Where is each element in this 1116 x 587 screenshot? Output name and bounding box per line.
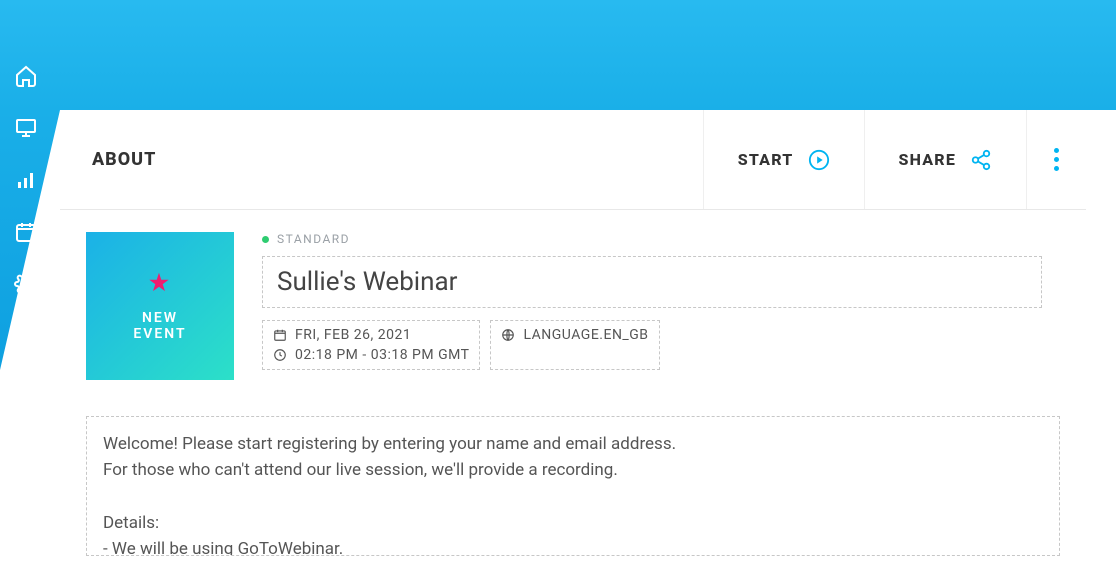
tile-line1: NEW <box>142 310 178 326</box>
star-icon: ★ <box>149 271 171 296</box>
globe-icon <box>501 328 515 342</box>
event-type-label: STANDARD <box>277 232 350 246</box>
event-date: FRI, FEB 26, 2021 <box>295 327 411 343</box>
event-card: ABOUT START SHARE ★ NEW EVENT <box>60 110 1086 587</box>
play-icon <box>808 149 830 171</box>
calendar-icon[interactable] <box>14 220 38 244</box>
share-icon <box>970 149 992 171</box>
event-time: 02:18 PM - 03:18 PM GMT <box>295 347 469 363</box>
event-thumbnail[interactable]: ★ NEW EVENT <box>86 232 234 380</box>
date-icon <box>273 328 287 342</box>
sidebar <box>0 40 52 296</box>
clock-icon <box>273 348 287 362</box>
more-button[interactable] <box>1026 110 1086 209</box>
language-chip[interactable]: LANGUAGE.EN_GB <box>490 320 659 370</box>
event-title-input[interactable]: Sullie's Webinar <box>262 256 1042 308</box>
event-language: LANGUAGE.EN_GB <box>523 327 648 343</box>
gear-icon[interactable] <box>14 272 38 296</box>
share-label: SHARE <box>899 150 956 169</box>
tab-about[interactable]: ABOUT <box>60 149 703 170</box>
share-button[interactable]: SHARE <box>864 110 1026 209</box>
description-input[interactable]: Welcome! Please start registering by ent… <box>86 416 1060 556</box>
monitor-icon[interactable] <box>14 116 38 140</box>
start-button[interactable]: START <box>703 110 864 209</box>
schedule-chip[interactable]: FRI, FEB 26, 2021 02:18 PM - 03:18 PM GM… <box>262 320 480 370</box>
status-dot <box>262 236 269 243</box>
tile-line2: EVENT <box>133 326 186 342</box>
event-type: STANDARD <box>262 232 1060 246</box>
start-label: START <box>738 150 794 169</box>
stats-icon[interactable] <box>14 168 38 192</box>
home-icon[interactable] <box>14 64 38 88</box>
